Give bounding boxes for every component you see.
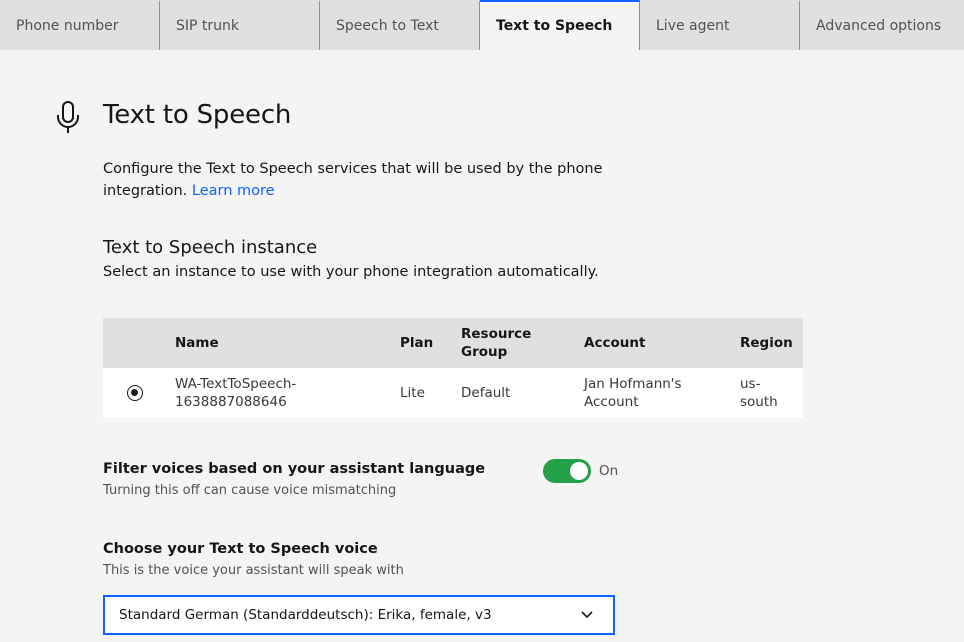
tab-sip-trunk[interactable]: SIP trunk xyxy=(160,0,320,50)
cell-resource-group: Default xyxy=(453,368,576,418)
table-header-row: Name Plan Resource Group Account Region xyxy=(103,318,803,368)
header-name: Name xyxy=(167,318,392,368)
row-radio-cell[interactable] xyxy=(103,368,167,418)
header-plan: Plan xyxy=(392,318,453,368)
tab-bar: Phone number SIP trunk Speech to Text Te… xyxy=(0,0,964,50)
page-title: Text to Speech xyxy=(103,100,292,130)
table-row[interactable]: WA-TextToSpeech-1638887088646 Lite Defau… xyxy=(103,368,803,418)
tab-text-to-speech[interactable]: Text to Speech xyxy=(480,0,640,50)
instance-table: Name Plan Resource Group Account Region … xyxy=(103,318,803,418)
filter-voices-title: Filter voices based on your assistant la… xyxy=(103,461,486,477)
voice-section-subtitle: This is the voice your assistant will sp… xyxy=(103,563,404,578)
tab-speech-to-text[interactable]: Speech to Text xyxy=(320,0,480,50)
microphone-icon xyxy=(57,101,79,133)
cell-name: WA-TextToSpeech-1638887088646 xyxy=(167,368,392,418)
toggle-knob xyxy=(570,462,588,480)
instance-radio-button[interactable] xyxy=(127,385,143,401)
header-select xyxy=(103,318,167,368)
cell-account: Jan Hofmann's Account xyxy=(576,368,732,418)
filter-voices-subtitle: Turning this off can cause voice mismatc… xyxy=(103,483,397,498)
description-text: Configure the Text to Speech services th… xyxy=(103,161,603,199)
cell-region: us-south xyxy=(732,368,803,418)
filter-voices-toggle[interactable] xyxy=(543,459,591,483)
tab-advanced-options[interactable]: Advanced options xyxy=(800,0,964,50)
page-description: Configure the Text to Speech services th… xyxy=(103,158,623,202)
main-content: Text to Speech Configure the Text to Spe… xyxy=(0,50,964,642)
tab-live-agent[interactable]: Live agent xyxy=(640,0,800,50)
header-account: Account xyxy=(576,318,732,368)
header-region: Region xyxy=(732,318,803,368)
tab-phone-number[interactable]: Phone number xyxy=(0,0,160,50)
voice-dropdown[interactable]: Standard German (Standarddeutsch): Erika… xyxy=(103,595,615,635)
header-resource-group: Resource Group xyxy=(453,318,576,368)
voice-dropdown-value: Standard German (Standarddeutsch): Erika… xyxy=(119,607,492,623)
cell-plan: Lite xyxy=(392,368,453,418)
instance-section-subtitle: Select an instance to use with your phon… xyxy=(103,264,599,280)
voice-section-title: Choose your Text to Speech voice xyxy=(103,541,378,557)
toggle-state-label: On xyxy=(599,463,619,479)
chevron-down-icon xyxy=(581,611,593,619)
instance-section-title: Text to Speech instance xyxy=(103,237,318,258)
learn-more-link[interactable]: Learn more xyxy=(192,183,275,199)
